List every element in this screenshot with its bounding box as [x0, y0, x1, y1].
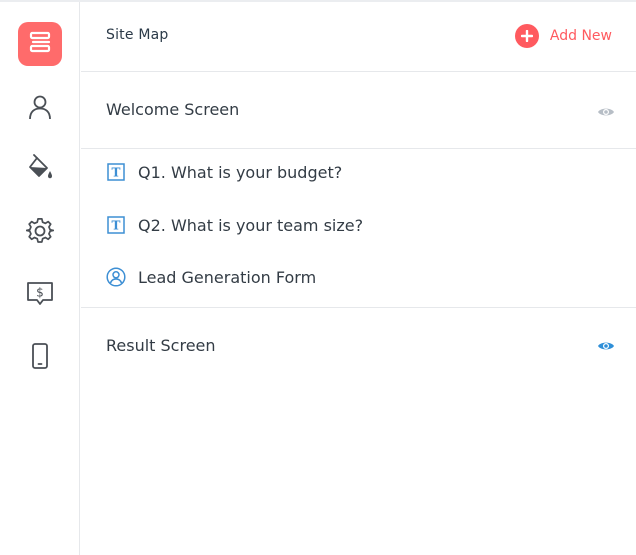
- page-title: Site Map: [106, 27, 169, 43]
- question-label: Q2. What is your team size?: [138, 215, 364, 235]
- site-map-nav-button[interactable]: [18, 22, 62, 66]
- result-screen-row[interactable]: Result Screen: [81, 307, 636, 377]
- site-map-panel: Site Map Add New Welcome Screen T Q1. Wh…: [81, 2, 636, 555]
- question-item-q1[interactable]: T Q1. What is your budget?: [106, 162, 342, 182]
- question-label: Lead Generation Form: [138, 267, 317, 287]
- list-layout-icon: [27, 29, 53, 59]
- result-screen-label: Result Screen: [106, 336, 216, 355]
- question-item-q2[interactable]: T Q2. What is your team size?: [106, 215, 363, 235]
- plus-circle-icon: [514, 24, 539, 48]
- mobile-icon: [31, 342, 49, 370]
- settings-nav-button[interactable]: [0, 215, 80, 247]
- mobile-nav-button[interactable]: [0, 340, 80, 372]
- design-nav-button[interactable]: [0, 152, 80, 184]
- dollar-screen-icon: $: [25, 280, 55, 308]
- site-map-header: Site Map Add New: [81, 2, 636, 72]
- gear-icon: [26, 217, 54, 245]
- svg-text:T: T: [112, 219, 121, 233]
- eye-icon[interactable]: [597, 103, 615, 122]
- user-icon: [28, 94, 52, 120]
- question-item-lead-form[interactable]: Lead Generation Form: [106, 267, 316, 287]
- eye-icon[interactable]: [597, 337, 615, 356]
- add-new-button[interactable]: Add New: [514, 24, 612, 48]
- add-new-label: Add New: [549, 28, 612, 44]
- profile-nav-button[interactable]: [0, 92, 80, 122]
- sidebar: $: [0, 2, 80, 555]
- svg-text:$: $: [36, 286, 44, 300]
- paint-bucket-icon: [26, 154, 54, 182]
- contact-form-icon: [106, 267, 126, 287]
- welcome-screen-row[interactable]: Welcome Screen: [81, 72, 636, 149]
- text-question-icon: T: [106, 162, 126, 182]
- text-question-icon: T: [106, 215, 126, 235]
- welcome-screen-label: Welcome Screen: [106, 100, 240, 119]
- svg-text:T: T: [112, 166, 121, 180]
- question-label: Q1. What is your budget?: [138, 162, 343, 182]
- pricing-nav-button[interactable]: $: [0, 279, 80, 309]
